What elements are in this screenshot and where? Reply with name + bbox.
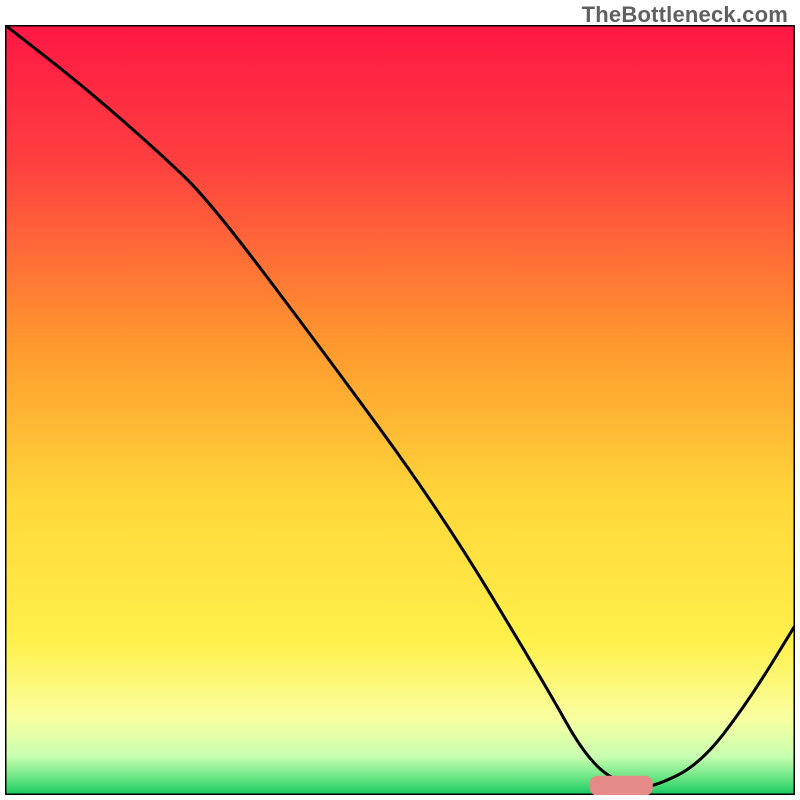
plot-area <box>5 25 795 795</box>
chart-svg <box>5 25 795 795</box>
chart-container: TheBottleneck.com <box>0 0 800 800</box>
gradient-background <box>5 25 795 795</box>
marker-pill <box>590 776 653 795</box>
